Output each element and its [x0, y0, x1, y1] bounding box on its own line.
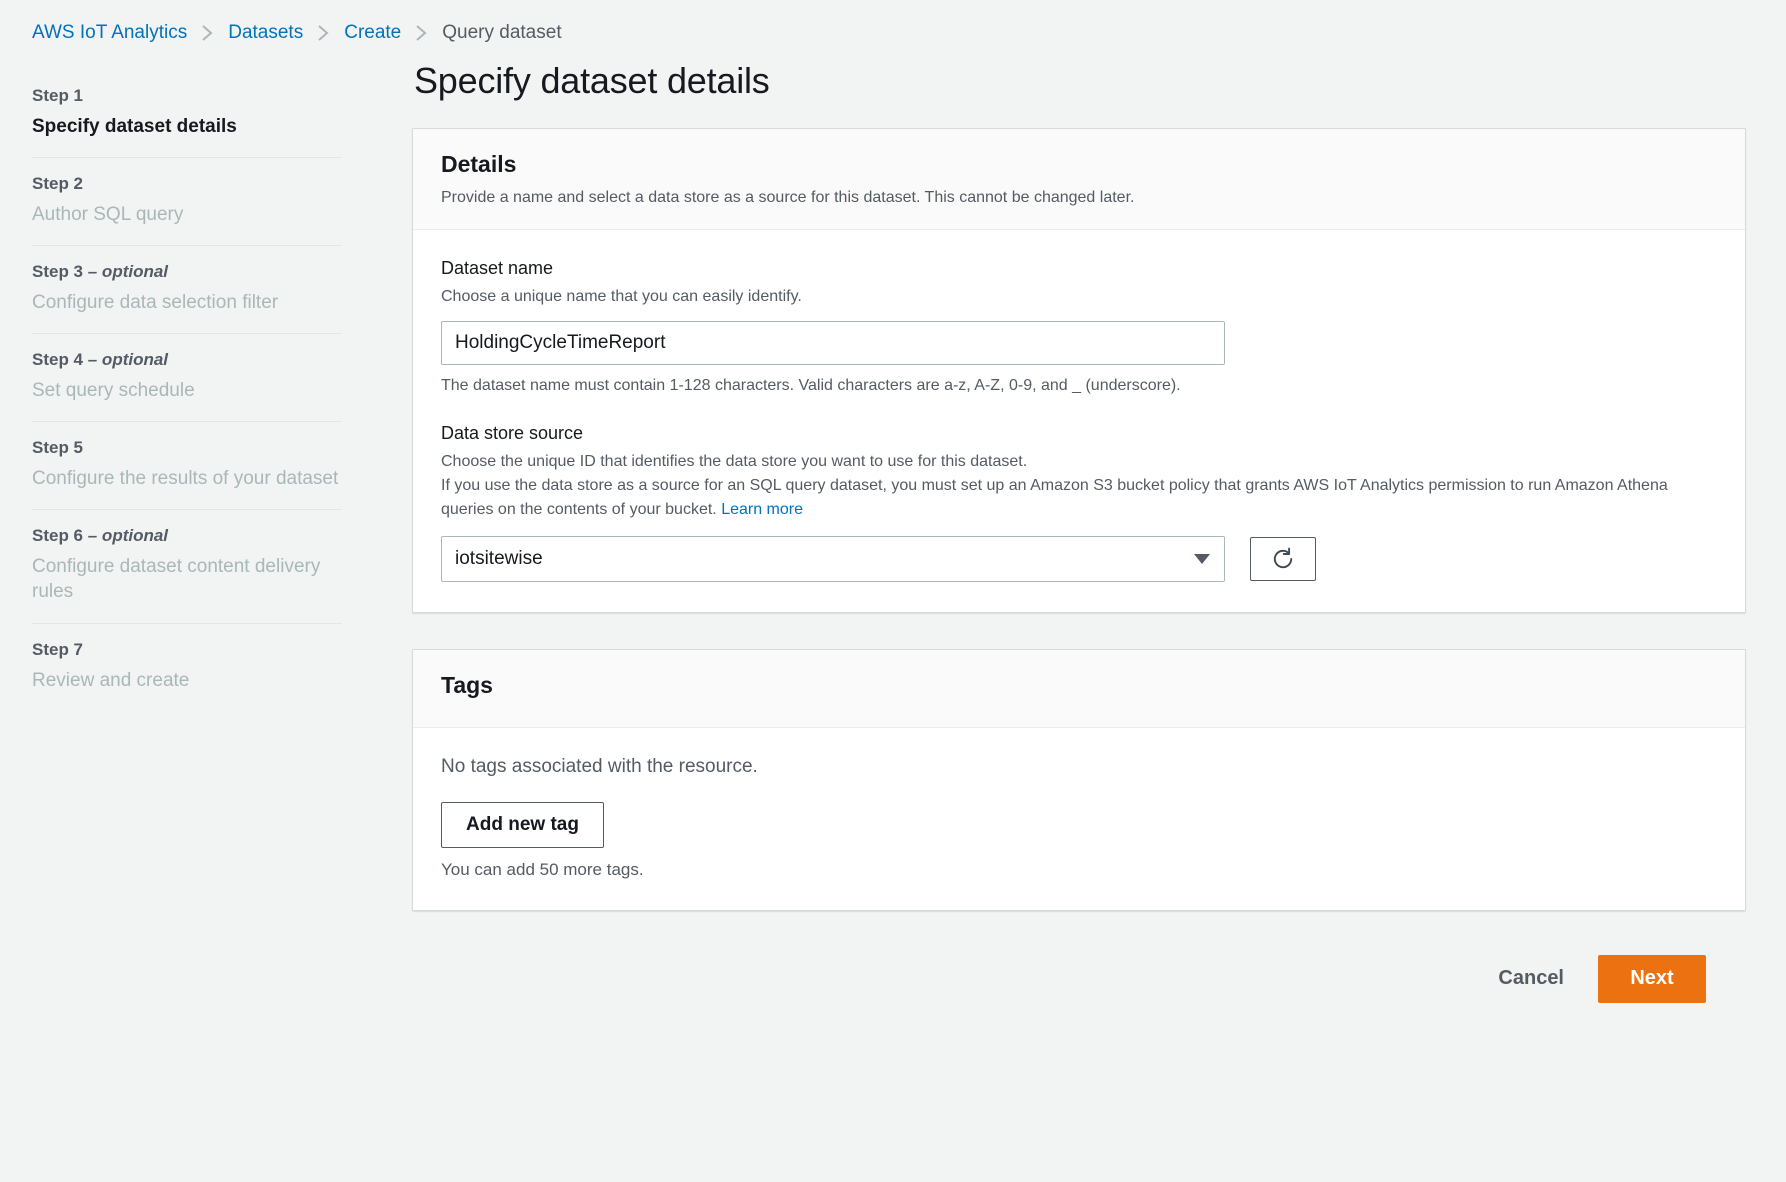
dataset-name-label: Dataset name [441, 258, 1717, 279]
breadcrumb-separator-icon [201, 24, 214, 42]
breadcrumb-item-datasets[interactable]: Datasets [228, 22, 303, 44]
tags-card-body: No tags associated with the resource. Ad… [413, 728, 1745, 910]
data-store-source-description-text: If you use the data store as a source fo… [441, 477, 1668, 518]
chevron-down-icon [1194, 554, 1210, 564]
breadcrumb-item-create[interactable]: Create [344, 22, 401, 44]
sidebar-step-1-label: Specify dataset details [32, 114, 342, 139]
sidebar-step-4[interactable]: Step 4 – optional Set query schedule [32, 334, 342, 422]
add-new-tag-button[interactable]: Add new tag [441, 802, 604, 848]
next-button[interactable]: Next [1598, 955, 1706, 1003]
sidebar-step-7[interactable]: Step 7 Review and create [32, 624, 342, 711]
details-card: Details Provide a name and select a data… [412, 128, 1746, 613]
dataset-name-field-group: Dataset name Choose a unique name that y… [441, 258, 1717, 397]
tags-empty-message: No tags associated with the resource. [441, 756, 1717, 778]
data-store-source-select[interactable]: iotsitewise [441, 536, 1225, 582]
breadcrumb-item-aws-iot-analytics[interactable]: AWS IoT Analytics [32, 22, 187, 44]
sidebar-step-3[interactable]: Step 3 – optional Configure data selecti… [32, 246, 342, 334]
breadcrumb: AWS IoT Analytics Datasets Create Query … [0, 0, 1786, 48]
tags-card-title: Tags [441, 672, 1717, 699]
sidebar-step-4-number: Step 4 – optional [32, 350, 342, 370]
details-card-description: Provide a name and select a data store a… [441, 186, 1717, 209]
data-store-source-field-group: Data store source Choose the unique ID t… [441, 423, 1717, 582]
breadcrumb-item-query-dataset: Query dataset [442, 22, 561, 44]
sidebar-step-2-label: Author SQL query [32, 202, 342, 227]
data-store-source-description-line2: If you use the data store as a source fo… [441, 474, 1717, 523]
sidebar-step-4-label: Set query schedule [32, 378, 342, 403]
tags-remaining-note: You can add 50 more tags. [441, 860, 1717, 880]
sidebar-step-1[interactable]: Step 1 Specify dataset details [32, 70, 342, 158]
sidebar-step-5-label: Configure the results of your dataset [32, 466, 342, 491]
sidebar-step-5[interactable]: Step 5 Configure the results of your dat… [32, 422, 342, 510]
details-card-header: Details Provide a name and select a data… [413, 129, 1745, 230]
dataset-name-description: Choose a unique name that you can easily… [441, 285, 1717, 309]
sidebar-step-1-number: Step 1 [32, 86, 342, 106]
page-title: Specify dataset details [414, 60, 1746, 102]
main-content: Specify dataset details Details Provide … [342, 48, 1786, 1033]
data-store-source-selected-value: iotsitewise [455, 548, 543, 570]
page-root: AWS IoT Analytics Datasets Create Query … [0, 0, 1786, 1182]
details-card-title: Details [441, 151, 1717, 178]
dataset-name-hint: The dataset name must contain 1-128 char… [441, 374, 1717, 397]
body-wrapper: Step 1 Specify dataset details Step 2 Au… [0, 48, 1786, 1033]
cancel-button[interactable]: Cancel [1492, 957, 1570, 1000]
sidebar-step-6-number: Step 6 – optional [32, 526, 342, 546]
dataset-name-input[interactable] [441, 321, 1225, 365]
wizard-footer: Cancel Next [412, 947, 1746, 1033]
sidebar-step-3-number: Step 3 – optional [32, 262, 342, 282]
sidebar-step-7-label: Review and create [32, 668, 342, 693]
data-store-source-row: iotsitewise [441, 536, 1717, 582]
refresh-icon [1270, 546, 1296, 572]
sidebar-step-5-number: Step 5 [32, 438, 342, 458]
sidebar-step-2-number: Step 2 [32, 174, 342, 194]
refresh-data-stores-button[interactable] [1250, 537, 1316, 581]
sidebar-step-7-number: Step 7 [32, 640, 342, 660]
sidebar-step-3-label: Configure data selection filter [32, 290, 342, 315]
tags-card: Tags No tags associated with the resourc… [412, 649, 1746, 911]
breadcrumb-separator-icon [317, 24, 330, 42]
sidebar-step-6-label: Configure dataset content delivery rules [32, 554, 342, 604]
details-card-body: Dataset name Choose a unique name that y… [413, 230, 1745, 611]
sidebar-step-6[interactable]: Step 6 – optional Configure dataset cont… [32, 510, 342, 623]
wizard-steps-sidebar: Step 1 Specify dataset details Step 2 Au… [32, 48, 342, 1033]
breadcrumb-separator-icon [415, 24, 428, 42]
sidebar-step-2[interactable]: Step 2 Author SQL query [32, 158, 342, 246]
learn-more-link[interactable]: Learn more [721, 501, 803, 518]
data-store-source-label: Data store source [441, 423, 1717, 444]
data-store-source-description-line1: Choose the unique ID that identifies the… [441, 450, 1717, 474]
tags-card-header: Tags [413, 650, 1745, 728]
